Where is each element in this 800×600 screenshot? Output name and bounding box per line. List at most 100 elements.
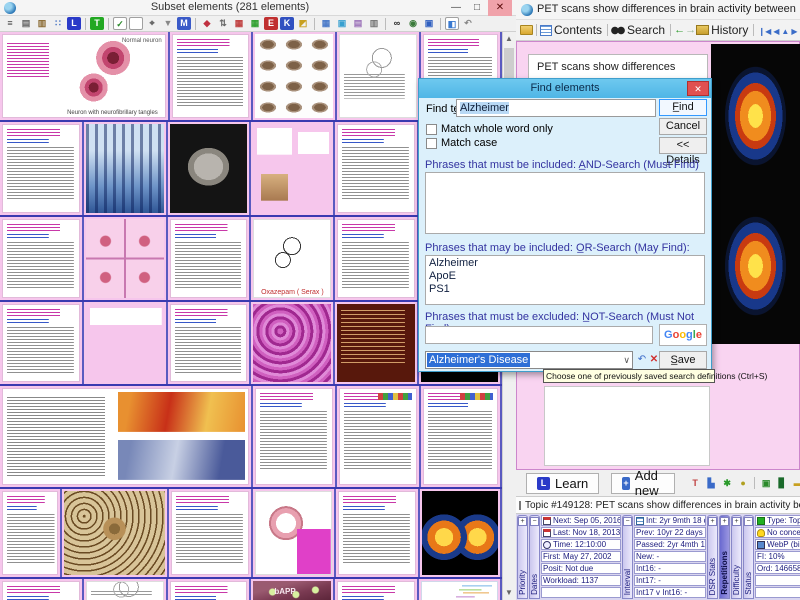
puzzle-icon[interactable]: ◩ (296, 17, 310, 30)
folder-icon[interactable] (520, 25, 533, 35)
element-thumbnail[interactable] (251, 302, 335, 384)
grid-view-icon[interactable]: ∷ (51, 17, 65, 30)
forward-arrow-icon[interactable]: → (685, 24, 696, 36)
tag-icon[interactable]: ▬ (791, 477, 800, 490)
dialog-titlebar[interactable]: Find elements (419, 79, 711, 98)
element-text-component[interactable] (544, 386, 710, 466)
expander-icon[interactable]: + (732, 517, 741, 526)
match-option-1[interactable]: Match case (426, 137, 497, 149)
m-badge-icon[interactable]: M (177, 17, 191, 30)
checkbox-icon[interactable] (426, 124, 437, 135)
not-search-input[interactable] (425, 326, 653, 344)
element-thumbnail[interactable] (84, 302, 168, 384)
book-icon[interactable]: ▙ (704, 477, 718, 490)
element-thumbnail[interactable] (335, 217, 419, 300)
element-thumbnail[interactable] (0, 122, 84, 215)
learn-button[interactable]: L Learn (526, 473, 599, 494)
form-alt-icon[interactable]: ▥ (367, 17, 381, 30)
scroll-down-icon[interactable]: ▼ (502, 586, 516, 600)
cards-red-icon[interactable]: ▦ (232, 17, 246, 30)
form-icon[interactable]: ▤ (351, 17, 365, 30)
undo-icon[interactable]: ↶ (636, 353, 648, 367)
forward-icon[interactable]: ▶ (791, 27, 797, 36)
eye-icon[interactable]: ◉ (406, 17, 420, 30)
or-search-textarea[interactable]: AlzheimerApoEPS1 (425, 255, 705, 305)
back-icon[interactable]: ◀ (773, 27, 779, 36)
element-thumbnail[interactable] (336, 489, 420, 577)
close-button[interactable]: ✕ (488, 0, 512, 16)
element-thumbnail[interactable] (420, 489, 503, 577)
image-icon[interactable]: ▣ (335, 17, 349, 30)
checkbox-icon[interactable] (426, 138, 437, 149)
add-new-button[interactable]: + Add new (611, 473, 675, 494)
element-thumbnail[interactable] (251, 122, 335, 215)
element-thumbnail[interactable] (169, 489, 253, 577)
and-search-textarea[interactable] (425, 172, 705, 234)
stats-tab-priority[interactable]: +Priority (517, 515, 528, 599)
element-thumbnail[interactable] (253, 32, 337, 120)
element-thumbnail[interactable] (170, 32, 254, 120)
table-icon[interactable]: ▦ (319, 17, 333, 30)
expander-icon[interactable]: + (518, 517, 527, 526)
parent-icon[interactable]: ▲ (781, 27, 789, 36)
element-thumbnail[interactable]: Oxazepam ( Serax ) (251, 217, 335, 300)
element-thumbnail[interactable] (421, 386, 502, 487)
search-button[interactable]: Search (627, 23, 665, 37)
save-icon[interactable]: ▣ (422, 17, 436, 30)
diamond-icon[interactable]: ◆ (200, 17, 214, 30)
save-button[interactable]: S̲ave (659, 351, 707, 369)
element-thumbnail[interactable] (335, 302, 419, 384)
stats-tab-interval[interactable]: −Interval (622, 515, 633, 599)
first-element-icon[interactable]: ❙◀ (758, 27, 771, 36)
stats-tab-status[interactable]: −Status (743, 515, 754, 599)
search-icon[interactable] (611, 26, 625, 35)
maximize-button[interactable]: □ (467, 0, 487, 16)
scroll-up-icon[interactable]: ▲ (502, 32, 516, 46)
e-badge-icon[interactable]: E (264, 17, 278, 30)
element-thumbnail[interactable] (335, 579, 419, 600)
notes-icon[interactable]: ▊ (775, 477, 789, 490)
empty-box-icon[interactable] (129, 17, 143, 30)
google-button[interactable]: Google (659, 324, 707, 346)
element-thumbnail[interactable] (84, 579, 168, 600)
find-button[interactable]: F̲ind (659, 99, 707, 116)
expander-icon[interactable]: − (744, 517, 753, 526)
stats-tab-repetitions[interactable]: +Repetitions (719, 515, 730, 599)
k-badge-icon[interactable]: K (280, 17, 294, 30)
expander-icon[interactable]: − (530, 517, 539, 526)
menu-icon[interactable]: ≡ (3, 17, 17, 30)
search-binoculars-icon[interactable]: ∞ (390, 17, 404, 30)
element-thumbnail[interactable] (253, 489, 337, 577)
chevron-down-icon[interactable]: ∨ (623, 355, 630, 366)
element-thumbnail[interactable] (168, 302, 252, 384)
element-thumbnail[interactable] (337, 386, 421, 487)
history-button[interactable]: History (711, 23, 748, 37)
flower-icon[interactable]: ✱ (720, 477, 734, 490)
stats-tab-dates[interactable]: −Dates (529, 515, 540, 599)
back-arrow-icon[interactable]: ← (674, 24, 685, 36)
t-badge-icon[interactable]: T (90, 17, 104, 30)
undo-icon[interactable]: ↶ (461, 17, 475, 30)
library-icon[interactable]: ▥ (35, 17, 49, 30)
element-thumbnail[interactable] (0, 579, 84, 600)
element-thumbnail[interactable] (0, 386, 253, 487)
contents-icon[interactable] (540, 25, 552, 36)
expander-icon[interactable]: − (623, 517, 632, 526)
dialog-close-icon[interactable]: ✕ (687, 81, 709, 96)
cards-green-icon[interactable]: ▦ (248, 17, 262, 30)
text-icon[interactable]: T (688, 477, 702, 490)
saved-search-combobox[interactable]: Alzheimer's Disease ∨ (425, 351, 633, 369)
minimize-button[interactable]: — (446, 0, 466, 16)
element-thumbnail[interactable] (84, 217, 168, 300)
expander-icon[interactable]: + (720, 517, 729, 526)
element-thumbnail[interactable] (0, 217, 84, 300)
contents-button[interactable]: Contents (554, 23, 602, 37)
element-thumbnail[interactable] (337, 32, 421, 120)
element-thumbnail[interactable] (84, 122, 168, 215)
element-thumbnail[interactable] (419, 579, 502, 600)
element-thumbnail[interactable] (0, 302, 84, 384)
stats-tab-difficulty[interactable]: +Difficulty (731, 515, 742, 599)
element-thumbnail[interactable] (168, 217, 252, 300)
l-badge-icon[interactable]: L (67, 17, 81, 30)
element-thumbnail[interactable]: bAPP (251, 579, 335, 600)
